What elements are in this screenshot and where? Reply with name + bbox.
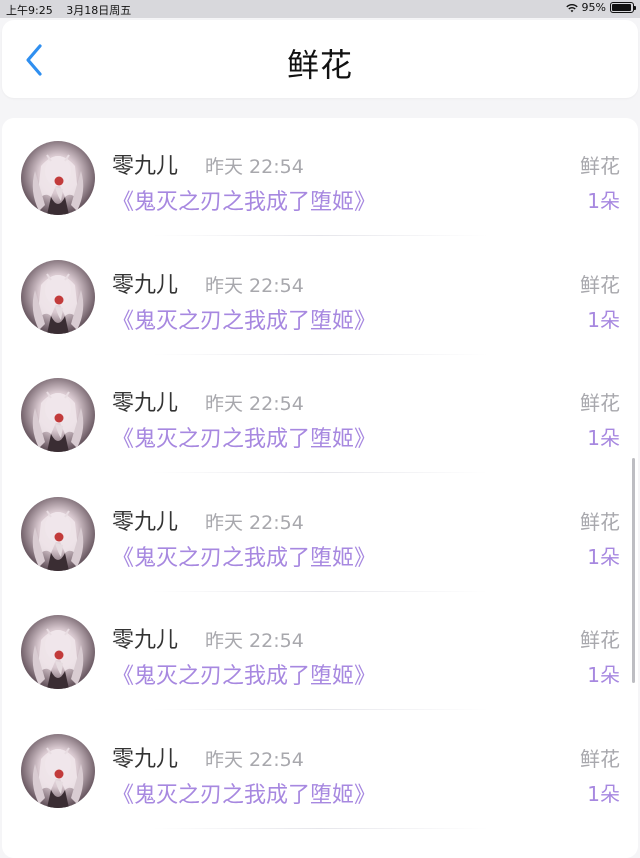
nav-bar: 鲜花 [2, 20, 638, 98]
battery-icon [610, 2, 636, 13]
list-item[interactable]: 零九儿 昨天 22:54 《鬼灭之刃之我成了堕姬》 鲜花 1朵 [2, 118, 638, 236]
gift-count: 1朵 [587, 307, 620, 332]
gift-count: 1朵 [587, 781, 620, 806]
gift-count: 1朵 [587, 544, 620, 569]
battery-fill [612, 4, 631, 11]
gift-count: 1朵 [587, 426, 620, 450]
status-bar: 上午9:25 3月18日周五 95% [0, 0, 640, 18]
book-title-link[interactable]: 《鬼灭之刃之我成了堕姬》 [112, 184, 376, 216]
avatar[interactable] [21, 733, 95, 808]
username[interactable]: 零九儿 [112, 385, 178, 417]
username[interactable]: 零九儿 [112, 267, 178, 299]
list-item[interactable]: 零九儿 昨天 22:54 《鬼灭之刃之我成了堕姬》 鲜花 1朵 [2, 237, 638, 355]
gift-list[interactable]: 零九儿 昨天 22:54 《鬼灭之刃之我成了堕姬》 鲜花 1朵 零九儿 昨天 2… [2, 118, 638, 858]
gift-type-label: 鲜花 [580, 509, 620, 534]
avatar-image [32, 746, 84, 808]
avatar-image [32, 154, 84, 215]
page-title: 鲜花 [286, 46, 353, 84]
book-title-link[interactable]: 《鬼灭之刃之我成了堕姬》 [112, 303, 376, 335]
list-item[interactable]: 零九儿 昨天 22:54 《鬼灭之刃之我成了堕姬》 鲜花 1朵 [2, 474, 638, 592]
timestamp: 昨天 22:54 [205, 393, 304, 415]
timestamp: 昨天 22:54 [205, 748, 304, 771]
timestamp: 昨天 22:54 [205, 511, 304, 534]
gift-count: 1朵 [587, 189, 620, 213]
book-title-link[interactable]: 《鬼灭之刃之我成了堕姬》 [112, 421, 376, 453]
battery-percent: 95% [581, 1, 606, 14]
gift-type-label: 鲜花 [580, 746, 620, 771]
status-left: 上午9:25 3月18日周五 [6, 2, 141, 18]
gift-type-label: 鲜花 [580, 154, 620, 178]
avatar-image [32, 391, 84, 452]
gift-type-label: 鲜花 [580, 628, 620, 652]
avatar[interactable] [21, 141, 95, 215]
timestamp: 昨天 22:54 [205, 274, 304, 297]
book-title-link[interactable]: 《鬼灭之刃之我成了堕姬》 [112, 658, 376, 690]
username[interactable]: 零九儿 [112, 148, 178, 180]
avatar[interactable] [21, 496, 95, 571]
status-right: 95% [565, 1, 636, 14]
avatar[interactable] [21, 615, 95, 689]
avatar-image [32, 272, 84, 334]
avatar-image [32, 509, 84, 571]
gift-count: 1朵 [587, 663, 620, 687]
book-title-link[interactable]: 《鬼灭之刃之我成了堕姬》 [112, 777, 376, 809]
avatar[interactable] [21, 259, 95, 334]
avatar[interactable] [21, 378, 95, 452]
username[interactable]: 零九儿 [112, 622, 178, 654]
status-date: 3月18日周五 [66, 4, 132, 17]
list-item[interactable]: 零九儿 昨天 22:54 《鬼灭之刃之我成了堕姬》 鲜花 1朵 [2, 592, 638, 710]
username[interactable]: 零九儿 [112, 741, 178, 773]
row-divider [152, 827, 488, 829]
gift-type-label: 鲜花 [580, 272, 620, 297]
timestamp: 昨天 22:54 [205, 156, 304, 178]
username[interactable]: 零九儿 [112, 504, 178, 536]
wifi-icon [565, 3, 578, 12]
status-time: 上午9:25 [6, 4, 53, 17]
timestamp: 昨天 22:54 [205, 630, 304, 652]
list-item[interactable]: 零九儿 昨天 22:54 《鬼灭之刃之我成了堕姬》 鲜花 1朵 [2, 355, 638, 473]
gift-type-label: 鲜花 [580, 391, 620, 415]
list-item[interactable]: 零九儿 昨天 22:54 《鬼灭之刃之我成了堕姬》 鲜花 1朵 [2, 711, 638, 829]
book-title-link[interactable]: 《鬼灭之刃之我成了堕姬》 [112, 540, 376, 572]
avatar-image [32, 628, 84, 689]
